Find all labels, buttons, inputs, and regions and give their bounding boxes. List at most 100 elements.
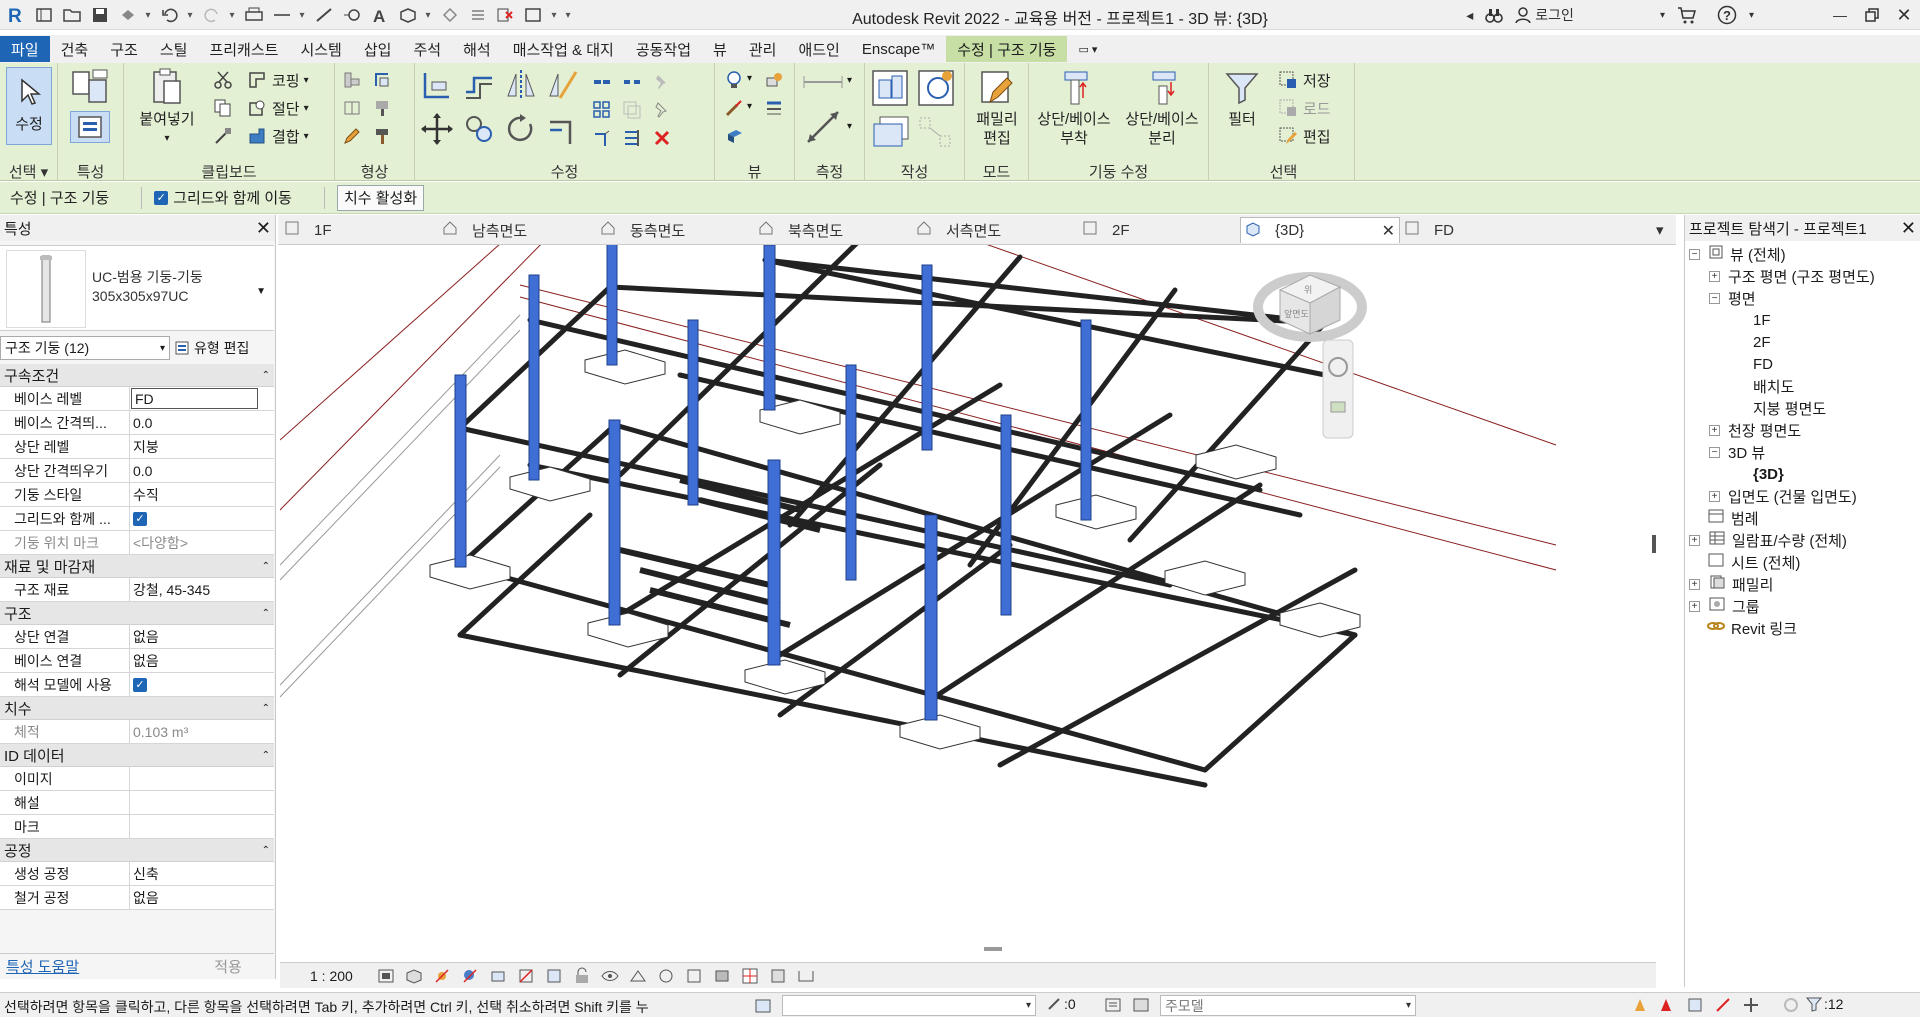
tab-insert[interactable]: 삽입 [353,36,403,62]
demolish-icon[interactable] [371,125,393,147]
paste-button[interactable]: 붙여넣기 ▾ [132,67,202,148]
filter-count[interactable]: :12 [1806,996,1843,1012]
group-materials[interactable]: 재료 및 마감재 ⌃ [0,555,274,578]
crop-view-icon[interactable] [515,965,537,987]
browser-node-1f[interactable]: 1F [1753,309,1771,331]
base-offset-field[interactable]: 0.0 [130,411,274,434]
collapse-icon[interactable]: ⌃ [262,370,270,381]
cope-button[interactable]: 코핑 ▾ [246,69,309,91]
arrow-left-icon[interactable]: ◂ [1466,7,1473,24]
move-icon[interactable] [419,111,455,147]
dropdown-icon[interactable]: ▾ [550,5,558,25]
tab-list-dropdown-icon[interactable]: ▾ [1656,217,1670,243]
type-selector[interactable]: UC-범용 기둥-기둥 305x305x97UC ▼ [0,245,274,331]
type-properties-icon[interactable] [70,111,110,143]
save-icon[interactable] [88,3,112,27]
filter-button[interactable]: 필터 [1217,67,1267,129]
tab-view-2f[interactable]: 2F [1082,217,1222,243]
paint-icon[interactable] [371,97,393,119]
detail-level-icon[interactable] [375,965,397,987]
unpin-icon[interactable] [651,99,673,121]
browser-node-floor-plans[interactable]: − 평면 [1709,287,1756,309]
design-options-icon[interactable] [1132,996,1150,1017]
help-icon[interactable]: ? [1717,5,1737,25]
delete-icon[interactable] [651,127,673,149]
chevron-down-icon[interactable]: ▼ [256,286,266,297]
array-icon[interactable] [591,99,613,121]
override-graphics-icon[interactable] [763,69,785,91]
revit-logo-icon[interactable]: R [4,3,28,27]
dropdown-icon[interactable]: ▾ [298,5,306,25]
mirror-axis-icon[interactable] [503,67,539,103]
rendering-icon[interactable] [487,965,509,987]
group-dimensions[interactable]: 치수 ⌃ [0,697,274,720]
panel-title-select[interactable]: 선택 ▾ [0,161,57,181]
status-select-icon[interactable] [754,996,772,1017]
browser-node-structural-plans[interactable]: + 구조 평면 (구조 평면도) [1709,265,1875,287]
collapse-icon[interactable]: ⌃ [262,750,270,761]
tab-manage[interactable]: 관리 [738,36,788,62]
trim-single-icon[interactable] [591,127,613,149]
column-style-field[interactable]: 수직 [130,483,274,506]
move-with-grids-prop-checkbox[interactable]: ✓ [133,511,147,526]
view-scale[interactable]: 1 : 200 [310,968,353,984]
sign-in-button[interactable]: 로그인 [1515,5,1574,25]
select-underlay-icon[interactable] [1658,996,1676,1017]
constraints-icon[interactable] [683,965,705,987]
browser-node-groups[interactable]: + 그룹 [1689,595,1760,617]
3d-view-icon[interactable] [396,3,420,27]
create-group-icon[interactable] [869,113,911,151]
select-by-face-icon[interactable] [1714,996,1732,1017]
top-level-field[interactable]: 지붕 [130,435,274,458]
customize-qat-icon[interactable]: ▾ [564,5,572,25]
aligned-dimension-icon[interactable] [803,107,843,147]
select-pinned-icon[interactable] [1686,996,1704,1017]
3d-model-canvas[interactable]: 위 앞면도 [280,245,1656,960]
reveal-constraints-icon[interactable] [767,965,789,987]
align-icon[interactable] [419,67,455,103]
cut-icon[interactable] [212,69,234,91]
group-constraints[interactable]: 구속조건 ⌃ [0,364,274,387]
wall-joins-icon[interactable] [341,69,363,91]
split-element-icon[interactable] [591,71,613,93]
base-connection-field[interactable]: 없음 [130,649,274,672]
save-selection-button[interactable]: 저장 [1277,69,1331,91]
phase-demolished-field[interactable]: 없음 [130,886,274,909]
offset-icon[interactable] [461,67,497,103]
measure-distance-icon[interactable] [801,71,845,93]
browser-node-site[interactable]: 배치도 [1753,375,1794,397]
browser-node-3d-views[interactable]: −3D 뷰 [1709,441,1765,463]
move-with-grids-checkbox[interactable]: ✓ 그리드와 함께 이동 [154,187,292,208]
lightbulb-icon[interactable] [723,69,745,91]
unlocked-3d-icon[interactable] [571,965,593,987]
tab-structure[interactable]: 구조 [99,36,149,62]
top-connection-field[interactable]: 없음 [130,625,274,648]
attach-top-base-button[interactable]: 상단/베이스 부착 [1031,67,1117,148]
sun-path-icon[interactable] [431,965,453,987]
collapse-icon[interactable]: ⌃ [262,608,270,619]
copy-icon[interactable] [212,97,234,119]
visual-style-icon[interactable] [403,965,425,987]
redo-icon[interactable] [200,3,224,27]
tab-view-west-elevation[interactable]: 서측면도 [916,217,1056,243]
analytical-model-checkbox[interactable]: ✓ [133,677,147,692]
load-selection-button[interactable]: 로드 [1277,97,1331,119]
hide-element-icon[interactable] [723,125,745,147]
browser-node-views[interactable]: − 뷰 (전체) [1689,243,1786,265]
tab-view-east-elevation[interactable]: 동측면도 [600,217,740,243]
show-crop-icon[interactable] [543,965,565,987]
tab-file[interactable]: 파일 [0,36,50,62]
view-range-icon[interactable] [795,965,817,987]
section-icon[interactable] [438,3,462,27]
pin-icon[interactable] [651,71,673,93]
dropdown-icon[interactable]: ▾ [144,5,152,25]
browser-node-elevations[interactable]: + 입면도 (건물 입면도) [1709,485,1857,507]
phase-created-field[interactable]: 신축 [130,862,274,885]
undo-icon[interactable] [158,3,182,27]
collapse-icon[interactable]: ⌃ [262,845,270,856]
browser-node-fd[interactable]: FD [1753,353,1773,375]
browser-node-sheets[interactable]: 시트 (전체) [1707,551,1800,573]
switch-windows-icon[interactable] [522,3,546,27]
tab-modify-structural-column[interactable]: 수정 | 구조 기둥 [946,36,1068,62]
tab-view[interactable]: 뷰 [702,36,738,62]
